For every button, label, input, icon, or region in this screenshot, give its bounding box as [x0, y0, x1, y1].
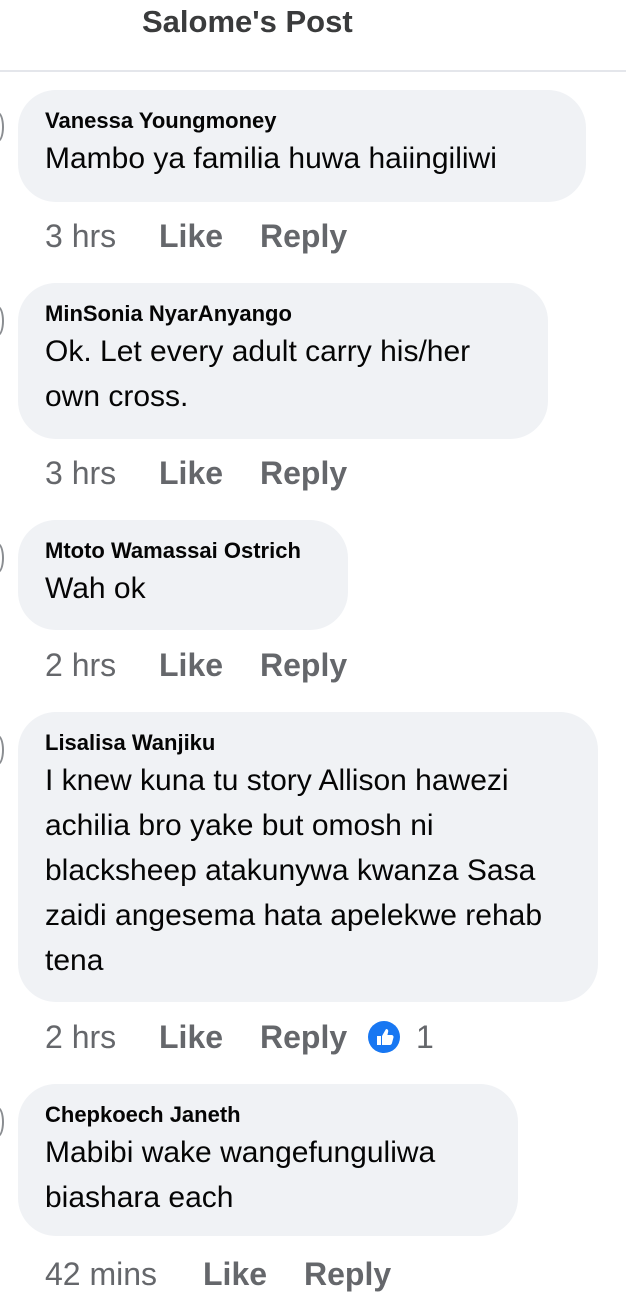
comment-author[interactable]: MinSonia NyarAnyango [45, 301, 520, 327]
avatar[interactable] [0, 306, 4, 336]
comment-author[interactable]: Vanessa Youngmoney [45, 108, 558, 134]
avatar[interactable] [0, 112, 4, 142]
page-title: Salome's Post [142, 4, 353, 39]
reply-button[interactable]: Reply [304, 1254, 391, 1294]
comment-bubble: Mtoto Wamassai Ostrich Wah ok [18, 520, 348, 630]
comment-actions: 42 mins Like Reply [45, 1254, 391, 1294]
comment-author[interactable]: Mtoto Wamassai Ostrich [45, 538, 320, 564]
avatar[interactable] [0, 1107, 4, 1137]
reply-button[interactable]: Reply [260, 216, 347, 256]
comment-text: I knew kuna tu story Allison hawezi achi… [45, 764, 543, 977]
comment-text: Wah ok [45, 572, 146, 605]
like-button[interactable]: Like [159, 453, 223, 493]
reply-button[interactable]: Reply [260, 1017, 347, 1057]
comment-actions: 2 hrs Like Reply [45, 645, 347, 685]
reply-button[interactable]: Reply [260, 453, 347, 493]
comment-text: Mabibi wake wangefunguliwa biashara each [45, 1136, 436, 1214]
comment-author[interactable]: Lisalisa Wanjiku [45, 730, 570, 756]
comment-author[interactable]: Chepkoech Janeth [45, 1102, 490, 1128]
comment-bubble: Lisalisa Wanjiku I knew kuna tu story Al… [18, 712, 598, 1002]
comment-bubble: Vanessa Youngmoney Mambo ya familia huwa… [18, 90, 586, 202]
comment-actions: 2 hrs Like Reply 1 [45, 1017, 434, 1057]
like-button[interactable]: Like [159, 1017, 223, 1057]
comment-time[interactable]: 3 hrs [45, 218, 116, 254]
like-button[interactable]: Like [159, 216, 223, 256]
comment-text: Ok. Let every adult carry his/her own cr… [45, 335, 471, 413]
comment-actions: 3 hrs Like Reply [45, 216, 347, 256]
like-button[interactable]: Like [203, 1254, 267, 1294]
comment-bubble: MinSonia NyarAnyango Ok. Let every adult… [18, 283, 548, 439]
like-button[interactable]: Like [159, 645, 223, 685]
avatar[interactable] [0, 543, 4, 573]
comment-time[interactable]: 42 mins [45, 1256, 157, 1292]
comment-time[interactable]: 3 hrs [45, 455, 116, 491]
comment-time[interactable]: 2 hrs [45, 647, 116, 683]
avatar[interactable] [0, 735, 4, 765]
comment-bubble: Chepkoech Janeth Mabibi wake wangefungul… [18, 1084, 518, 1236]
comment-text: Mambo ya familia huwa haiingiliwi [45, 142, 497, 175]
like-thumb-icon[interactable] [368, 1021, 400, 1053]
reply-button[interactable]: Reply [260, 645, 347, 685]
reaction-count[interactable]: 1 [416, 1017, 434, 1057]
comment-time[interactable]: 2 hrs [45, 1019, 116, 1055]
comment-actions: 3 hrs Like Reply [45, 453, 347, 493]
post-header: Salome's Post [0, 0, 626, 72]
